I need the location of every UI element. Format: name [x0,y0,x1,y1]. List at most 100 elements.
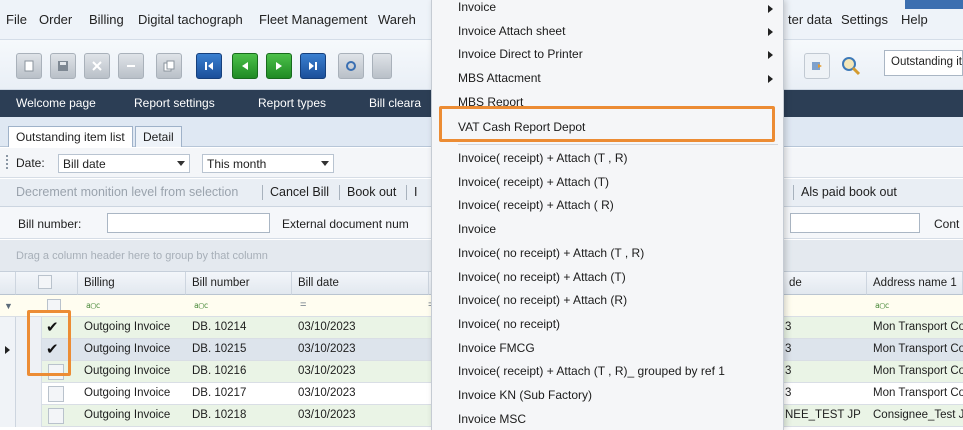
tab-report-types[interactable]: Report types [258,96,326,110]
search-input[interactable]: Outstanding it [884,50,963,76]
menu-settings[interactable]: Settings [841,12,888,27]
address-cell: Mon Transport Co. [873,343,963,355]
date-type-value: Bill date [63,157,106,171]
column-header-bill-date[interactable]: Bill date [292,272,429,295]
date-range-value: This month [207,157,267,171]
bill-number-cell: DB. 10218 [192,409,247,421]
more-tools-button[interactable] [372,53,392,79]
menu-item-invoice[interactable]: Invoice [458,0,496,14]
title-accent [905,0,963,9]
new-document-button[interactable] [16,53,42,79]
tab-bill-clearance[interactable]: Bill cleara [369,96,421,110]
code-cell: 3 [785,387,792,399]
menu-fleet-management[interactable]: Fleet Management [259,12,367,27]
bill-number-label: Bill number: [18,217,82,231]
delete-button[interactable] [84,53,110,79]
menu-item-invoice-no-receipt-attach-r[interactable]: Invoice( no receipt) + Attach (R) [458,293,627,307]
current-row-arrow-icon [5,346,10,354]
menu-master-data[interactable]: ter data [788,12,832,27]
menu-item-invoice-plain[interactable]: Invoice [458,222,496,236]
bill-date-cell: 03/10/2023 [298,343,356,355]
menu-item-invoice-receipt-attach-t-r[interactable]: Invoice( receipt) + Attach (T , R) [458,151,628,165]
billing-cell: Outgoing Invoice [84,343,171,355]
menu-item-invoice-fmcg[interactable]: Invoice FMCG [458,341,535,355]
menu-item-invoice-attach-sheet[interactable]: Invoice Attach sheet [458,24,565,38]
bill-date-cell: 03/10/2023 [298,387,356,399]
menu-item-invoice-grouped-by-ref[interactable]: Invoice( receipt) + Attach (T , R)_ grou… [458,364,725,378]
external-document-input[interactable] [790,213,920,233]
date-type-select[interactable]: Bill date [58,154,190,173]
text-filter-icon: a▢c [875,301,890,310]
text-filter-icon: a▢c [194,301,209,310]
minus-button[interactable] [118,53,144,79]
menu-item-invoice-receipt-attach-r[interactable]: Invoice( receipt) + Attach ( R) [458,198,614,212]
select-all-checkbox[interactable] [38,275,52,289]
bill-number-cell: DB. 10217 [192,387,247,399]
menu-item-invoice-kn-sub-factory[interactable]: Invoice KN (Sub Factory) [458,388,592,402]
next-record-button[interactable] [266,53,292,79]
column-header-bill-number[interactable]: Bill number [186,272,292,295]
cancel-bill-button[interactable]: Cancel Bill [270,185,329,199]
menu-help[interactable]: Help [901,12,928,27]
date-label: Date: [16,156,45,170]
refresh-icon [346,61,356,71]
row-checkbox[interactable] [48,386,64,402]
menu-item-invoice-no-receipt[interactable]: Invoice( no receipt) [458,317,560,331]
code-cell: 3 [785,343,792,355]
last-icon [309,62,317,70]
divider [339,185,340,200]
menu-item-invoice-msc[interactable]: Invoice MSC [458,412,526,426]
menu-item-invoice-direct-to-printer[interactable]: Invoice Direct to Printer [458,47,583,61]
row-indicator [0,317,16,339]
book-out-button[interactable]: Book out [347,185,396,199]
decrement-monition-button[interactable]: Decrement monition level from selection [16,185,238,199]
chevron-down-icon [321,161,329,166]
menu-item-invoice-receipt-attach-t[interactable]: Invoice( receipt) + Attach (T) [458,175,609,189]
menu-digital-tachograph[interactable]: Digital tachograph [138,12,243,27]
save-button[interactable] [50,53,76,79]
previous-record-button[interactable] [232,53,258,79]
copy-icon [163,60,175,72]
row-checkbox[interactable] [48,408,64,424]
text-filter-icon: a▢c [86,301,101,310]
menu-item-invoice-no-receipt-attach-t-r[interactable]: Invoice( no receipt) + Attach (T , R) [458,246,644,260]
bill-number-cell: DB. 10216 [192,365,247,377]
menu-item-mbs-attacment[interactable]: MBS Attacment [458,71,541,85]
as-paid-book-out-button[interactable]: Als paid book out [801,185,897,199]
column-header-billing[interactable]: Billing [78,272,186,295]
menu-order[interactable]: Order [39,12,72,27]
truncated-action-button[interactable]: I [414,185,417,199]
submenu-arrow-icon [768,75,773,83]
last-record-button[interactable] [300,53,326,79]
copy-button[interactable] [156,53,182,79]
date-range-select[interactable]: This month [202,154,334,173]
menu-billing[interactable]: Billing [89,12,124,27]
menu-item-invoice-no-receipt-attach-t[interactable]: Invoice( no receipt) + Attach (T) [458,270,626,284]
code-cell: 3 [785,321,792,333]
select-all-header[interactable] [16,272,78,295]
tab-report-settings[interactable]: Report settings [134,96,215,110]
refresh-button[interactable] [338,53,364,79]
previous-icon [242,62,248,70]
first-record-button[interactable] [196,53,222,79]
menu-warehouse[interactable]: Wareh [378,12,416,27]
address-cell: Mon Transport Co. [873,365,963,377]
bill-number-cell: DB. 10214 [192,321,247,333]
search-button[interactable] [838,53,864,79]
address-cell: Consignee_Test JP [873,409,963,421]
export-button[interactable] [804,53,830,79]
column-header-address-name[interactable]: Address name 1 [867,272,963,295]
code-cell: NEE_TEST JP [785,409,861,421]
checkbox-cell [16,405,42,427]
search-icon [842,57,861,76]
bill-date-cell: 03/10/2023 [298,365,356,377]
tab-outstanding-item-list[interactable]: Outstanding item list [8,126,133,147]
bill-date-cell: 03/10/2023 [298,409,356,421]
close-icon [92,61,102,71]
save-icon [58,61,68,71]
tab-welcome-page[interactable]: Welcome page [16,96,96,110]
column-header-code[interactable]: de [783,272,867,295]
tab-detail[interactable]: Detail [135,126,182,147]
menu-file[interactable]: File [6,12,27,27]
bill-number-input[interactable] [107,213,270,233]
